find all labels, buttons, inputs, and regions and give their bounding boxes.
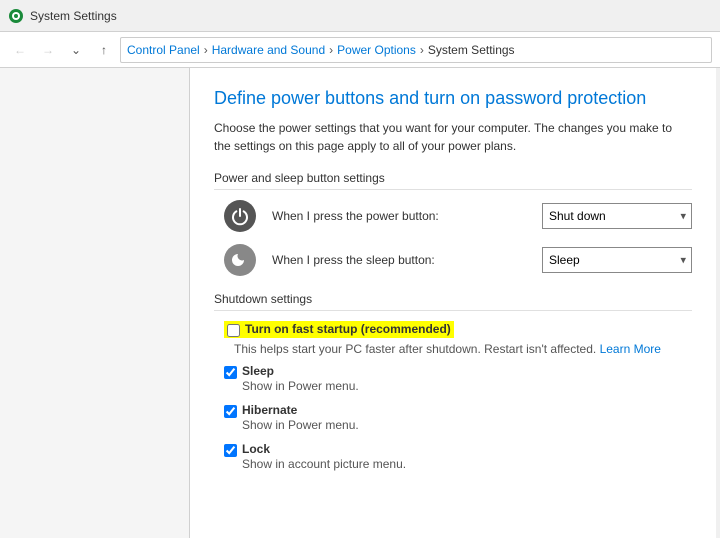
- sleep-option-row: Sleep Show in Power menu.: [224, 364, 692, 393]
- title-bar-icon: [8, 8, 24, 24]
- power-button-label: When I press the power button:: [272, 209, 542, 223]
- title-bar: System Settings: [0, 0, 720, 32]
- shutdown-section: Shutdown settings Turn on fast startup (…: [214, 292, 692, 471]
- hibernate-checkbox[interactable]: [224, 405, 237, 418]
- sleep-button-row: When I press the sleep button: Do nothin…: [214, 244, 692, 276]
- breadcrumb-sep-2: ›: [329, 43, 333, 57]
- shutdown-options: Turn on fast startup (recommended) This …: [214, 321, 692, 471]
- breadcrumb-power-options[interactable]: Power Options: [337, 43, 416, 57]
- lock-label: Lock: [242, 442, 406, 456]
- page-title: Define power buttons and turn on passwor…: [214, 88, 692, 109]
- main-layout: Define power buttons and turn on passwor…: [0, 68, 720, 538]
- power-button-dropdown-wrapper[interactable]: Do nothing Sleep Hibernate Shut down Tur…: [542, 203, 692, 229]
- up-button[interactable]: ↑: [92, 38, 116, 62]
- hibernate-label: Hibernate: [242, 403, 359, 417]
- shutdown-section-header: Shutdown settings: [214, 292, 692, 311]
- power-button-row: When I press the power button: Do nothin…: [214, 200, 692, 232]
- hibernate-content: Hibernate Show in Power menu.: [242, 403, 359, 432]
- sleep-content: Sleep Show in Power menu.: [242, 364, 359, 393]
- fast-startup-checkbox[interactable]: [227, 324, 240, 337]
- sleep-button-select[interactable]: Do nothing Sleep Hibernate Shut down Tur…: [542, 247, 692, 273]
- title-bar-text: System Settings: [30, 9, 117, 23]
- sleep-button-dropdown-wrapper[interactable]: Do nothing Sleep Hibernate Shut down Tur…: [542, 247, 692, 273]
- sleep-icon: [224, 244, 256, 276]
- lock-checkbox[interactable]: [224, 444, 237, 457]
- lock-option-row: Lock Show in account picture menu.: [224, 442, 692, 471]
- breadcrumb-control-panel[interactable]: Control Panel: [127, 43, 200, 57]
- fast-startup-content: Turn on fast startup (recommended): [245, 322, 451, 336]
- sleep-checkbox[interactable]: [224, 366, 237, 379]
- breadcrumb-sep-1: ›: [204, 43, 208, 57]
- fast-startup-label: Turn on fast startup (recommended): [245, 322, 451, 336]
- breadcrumb-system-settings: System Settings: [428, 43, 515, 57]
- power-icon: [224, 200, 256, 232]
- power-button-select[interactable]: Do nothing Sleep Hibernate Shut down Tur…: [542, 203, 692, 229]
- lock-content: Lock Show in account picture menu.: [242, 442, 406, 471]
- breadcrumb: Control Panel › Hardware and Sound › Pow…: [120, 37, 712, 63]
- content-area: Define power buttons and turn on passwor…: [190, 68, 716, 538]
- fast-startup-row: Turn on fast startup (recommended): [224, 321, 692, 338]
- back-button[interactable]: ←: [8, 38, 32, 62]
- breadcrumb-sep-3: ›: [420, 43, 424, 57]
- lock-sub: Show in account picture menu.: [242, 457, 406, 471]
- sleep-button-label: When I press the sleep button:: [272, 253, 542, 267]
- fast-startup-learn-more[interactable]: Learn More: [600, 342, 661, 356]
- right-border: [716, 68, 720, 538]
- address-bar: ← → ⌄ ↑ Control Panel › Hardware and Sou…: [0, 32, 720, 68]
- fast-startup-description: This helps start your PC faster after sh…: [224, 342, 692, 356]
- sleep-sub: Show in Power menu.: [242, 379, 359, 393]
- page-description: Choose the power settings that you want …: [214, 119, 692, 155]
- hibernate-option-row: Hibernate Show in Power menu.: [224, 403, 692, 432]
- sleep-label: Sleep: [242, 364, 359, 378]
- hibernate-sub: Show in Power menu.: [242, 418, 359, 432]
- sidebar: [0, 68, 190, 538]
- breadcrumb-hardware-sound[interactable]: Hardware and Sound: [212, 43, 325, 57]
- forward-button[interactable]: →: [36, 38, 60, 62]
- power-sleep-section-header: Power and sleep button settings: [214, 171, 692, 190]
- recent-button[interactable]: ⌄: [64, 38, 88, 62]
